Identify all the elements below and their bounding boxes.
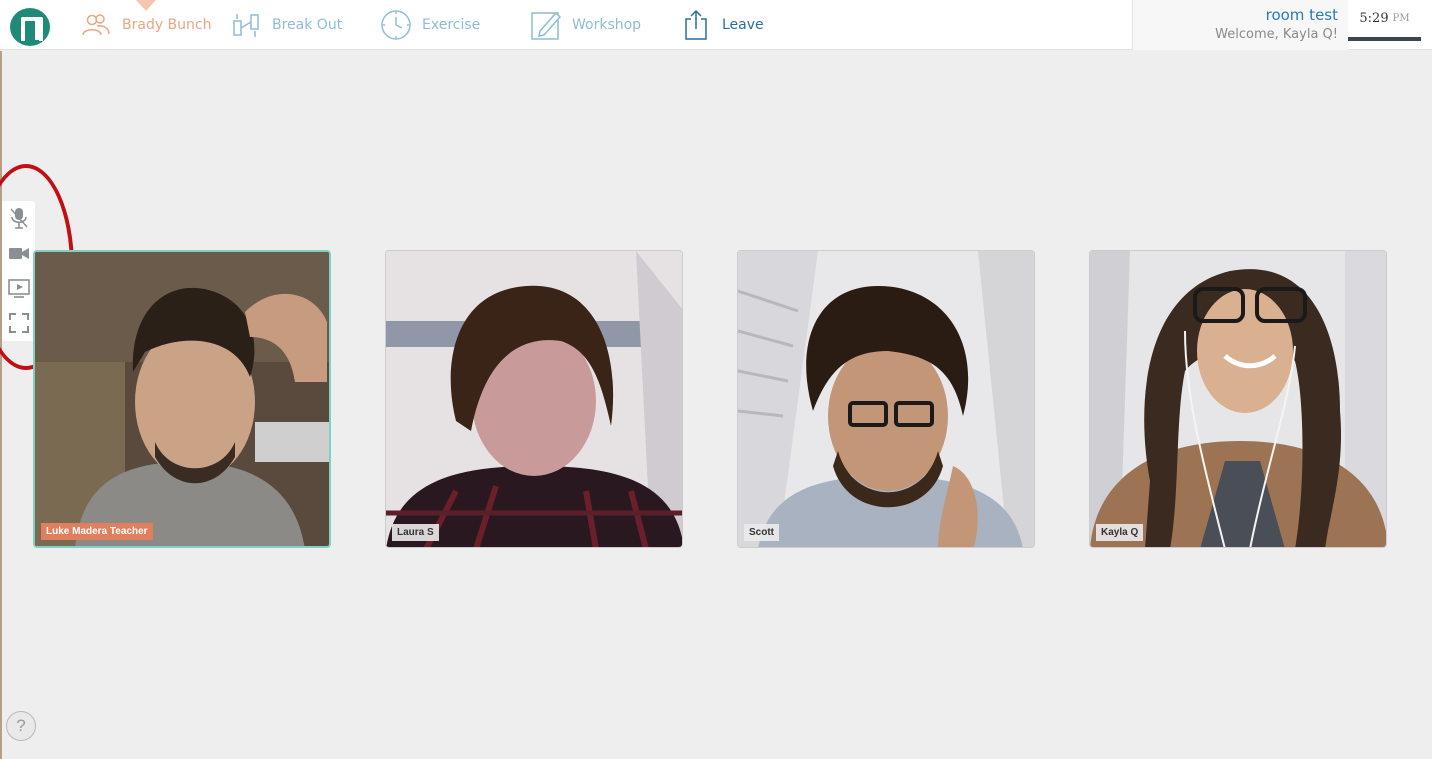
video-feed-laura [386, 251, 682, 547]
nav-brady-bunch-label: Brady Bunch [122, 17, 212, 33]
participant-name: Luke Madera Teacher [41, 523, 153, 540]
fullscreen-icon[interactable] [8, 312, 30, 334]
clock-icon [380, 9, 412, 41]
nav-break-out[interactable]: Break Out [230, 0, 342, 50]
clock-time: 5:29 [1359, 11, 1389, 26]
people-icon [80, 9, 112, 41]
nav-exercise-label: Exercise [422, 17, 481, 33]
nav-leave[interactable]: Leave [680, 0, 764, 50]
clock-ampm: PM [1392, 13, 1410, 24]
welcome-message: Welcome, Kayla Q! [1215, 27, 1338, 42]
left-edge-divider [0, 51, 2, 759]
room-title[interactable]: room test [1266, 6, 1338, 24]
video-tile-kayla[interactable]: Kayla Q [1089, 250, 1387, 548]
video-feed-scott [738, 251, 1034, 547]
screen-share-icon[interactable] [8, 277, 30, 299]
video-tile-luke[interactable]: Luke Madera Teacher [33, 250, 331, 548]
help-button[interactable]: ? [6, 711, 36, 741]
video-feed-luke [35, 252, 329, 546]
app-logo [10, 8, 50, 46]
nav-break-out-label: Break Out [272, 17, 343, 33]
nav-leave-label: Leave [722, 17, 764, 33]
participant-name: Laura S [392, 524, 439, 541]
room-info: room test Welcome, Kayla Q! [1132, 0, 1348, 50]
video-tile-laura[interactable]: Laura S [385, 250, 683, 548]
nav-exercise[interactable]: Exercise [380, 0, 480, 50]
media-toolbar [2, 201, 35, 341]
participant-name: Scott [744, 524, 779, 541]
clock: 5:29 PM [1348, 0, 1421, 41]
help-icon: ? [16, 716, 26, 735]
top-bar: Brady Bunch Break Out Exercise Workshop … [0, 0, 1432, 50]
nav-workshop[interactable]: Workshop [530, 0, 641, 50]
video-feed-kayla [1090, 251, 1386, 547]
active-tab-indicator [136, 0, 156, 11]
nav-workshop-label: Workshop [572, 17, 642, 33]
camera-icon[interactable] [8, 242, 30, 264]
pencil-icon [530, 9, 562, 41]
participant-name: Kayla Q [1096, 524, 1144, 541]
break-out-icon [230, 9, 262, 41]
video-tile-scott[interactable]: Scott [737, 250, 1035, 548]
microphone-icon[interactable] [8, 207, 30, 229]
leave-icon [680, 9, 712, 41]
